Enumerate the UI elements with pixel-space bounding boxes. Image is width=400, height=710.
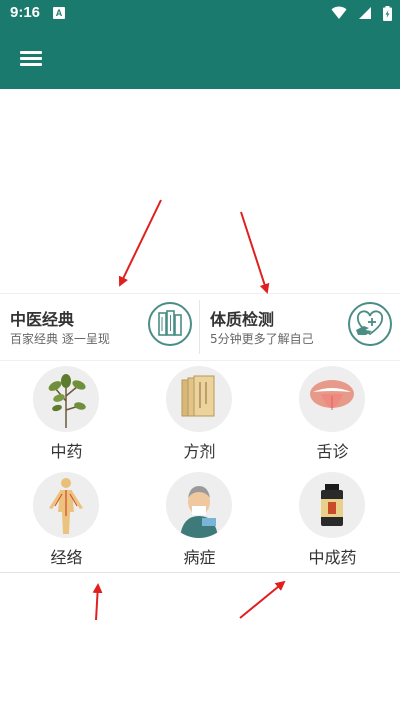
heart-hand-icon (348, 302, 392, 346)
grid-item-meridians[interactable]: 经络 (0, 466, 133, 572)
grid-item-tongue-diagnosis[interactable]: 舌诊 (266, 360, 399, 466)
status-icons (325, 6, 392, 22)
books-icon (148, 302, 192, 346)
grid-item-label: 病症 (183, 548, 216, 567)
tongue-icon (299, 366, 365, 432)
prescription-scroll-icon (166, 366, 232, 432)
feature-title: 体质检测 (210, 310, 275, 329)
signal-icon (358, 7, 371, 19)
menu-bar-line (20, 51, 42, 54)
feature-row: 中医经典 百家经典 逐一呈现 体质检测 5分钟更多了解自己 (0, 293, 400, 361)
category-grid: 中药 方剂 舌诊 经络 病症 中成药 (0, 360, 400, 573)
grid-item-label: 舌诊 (316, 442, 349, 461)
grid-item-diseases[interactable]: 病症 (133, 466, 266, 572)
meridian-body-icon (33, 472, 99, 538)
feature-title: 中医经典 (10, 310, 75, 329)
battery-icon (383, 6, 392, 21)
grid-item-label: 方剂 (183, 442, 216, 461)
hamburger-menu-icon[interactable] (14, 42, 48, 74)
feature-subtitle: 5分钟更多了解自己 (210, 332, 314, 346)
grid-item-patent-medicine[interactable]: 中成药 (266, 466, 399, 572)
feature-constitution-test[interactable]: 体质检测 5分钟更多了解自己 (200, 294, 400, 360)
herb-plant-icon (33, 366, 99, 432)
menu-bar-line (20, 57, 42, 60)
grid-item-prescriptions[interactable]: 方剂 (133, 360, 266, 466)
menu-bar-line (20, 63, 42, 66)
sick-person-icon (166, 472, 232, 538)
banner-area (0, 89, 400, 294)
app-bar (0, 28, 400, 89)
grid-item-herbs[interactable]: 中药 (0, 360, 133, 466)
feature-subtitle: 百家经典 逐一呈现 (10, 332, 110, 346)
feature-classics[interactable]: 中医经典 百家经典 逐一呈现 (0, 294, 200, 360)
grid-item-label: 中成药 (308, 548, 357, 567)
notification-icon: A (53, 7, 65, 19)
grid-item-label: 经络 (50, 548, 83, 567)
wifi-icon (331, 6, 347, 19)
status-bar: 9:16 A (0, 0, 400, 28)
status-time: 9:16 (10, 4, 41, 21)
annotation-arrow (239, 580, 286, 619)
medicine-bottle-icon (299, 472, 365, 538)
annotation-arrow (92, 583, 103, 621)
grid-item-label: 中药 (50, 442, 83, 461)
